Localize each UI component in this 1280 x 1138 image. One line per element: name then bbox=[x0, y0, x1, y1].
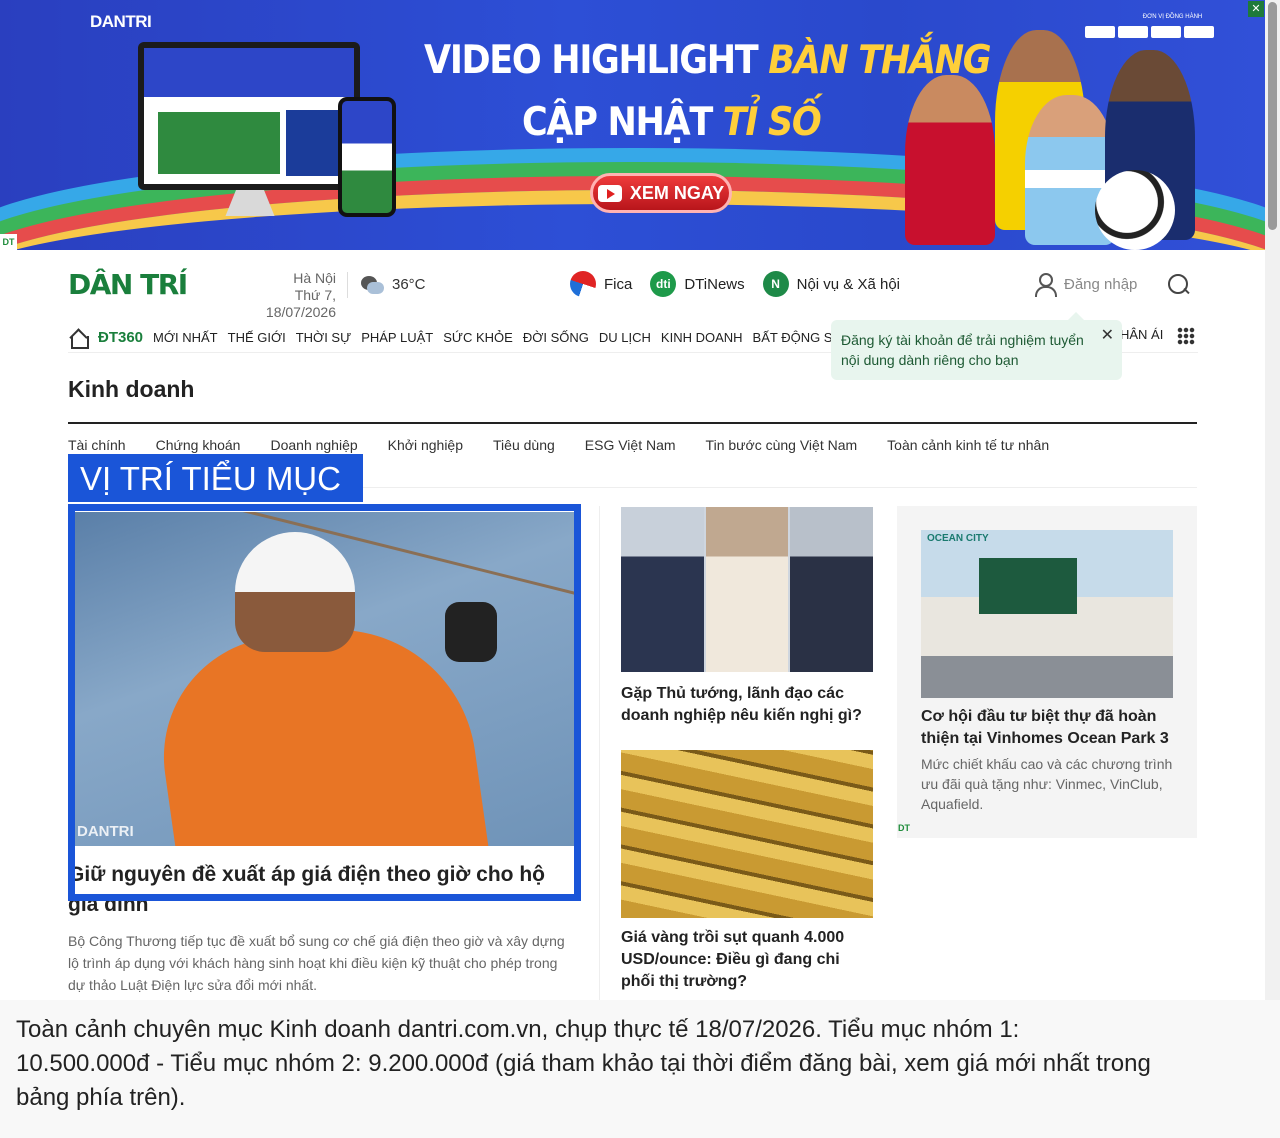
side-article-image[interactable] bbox=[621, 507, 874, 672]
banner-monitor-image bbox=[138, 42, 360, 190]
signup-tooltip: Đăng ký tài khoản để trải nghiệm tuyển n… bbox=[831, 312, 1122, 380]
subnav-item[interactable]: Tiêu dùng bbox=[493, 437, 555, 453]
tooltip-text: Đăng ký tài khoản để trải nghiệm tuyển n… bbox=[841, 332, 1084, 368]
nav-item[interactable]: SỨC KHỎE bbox=[443, 330, 513, 345]
fica-icon bbox=[570, 271, 596, 297]
main-article-description: Bộ Công Thương tiếp tục đề xuất bổ sung … bbox=[68, 933, 565, 993]
xem-ngay-button[interactable]: XEM NGAY bbox=[590, 173, 732, 213]
city: Hà Nội bbox=[293, 270, 336, 286]
caption-bar: Toàn cảnh chuyên mục Kinh doanh dantri.c… bbox=[0, 1000, 1280, 1138]
banner-players-image bbox=[905, 30, 1225, 250]
sponsor-label: ĐƠN VỊ ĐỒNG HÀNH bbox=[1142, 14, 1203, 20]
quicklink-fica[interactable]: Fica bbox=[570, 271, 632, 297]
sponsored-brand: OCEAN CITY bbox=[927, 533, 989, 544]
sponsored-title[interactable]: Cơ hội đầu tư biệt thự đã hoàn thiện tại… bbox=[921, 706, 1183, 750]
subnav-item[interactable]: Khởi nghiệp bbox=[388, 437, 463, 453]
side-article-title[interactable]: Gặp Thủ tướng, lãnh đạo các doanh nghiệp… bbox=[621, 683, 873, 727]
side-article-title[interactable]: Giá vàng trồi sụt quanh 4.000 USD/ounce:… bbox=[621, 927, 873, 993]
nav-item[interactable]: DU LỊCH bbox=[599, 330, 651, 345]
scrollbar[interactable] bbox=[1265, 0, 1280, 1000]
cloud-icon bbox=[360, 272, 384, 296]
search-icon[interactable] bbox=[1168, 274, 1190, 296]
quicklink-label: Fica bbox=[604, 275, 633, 293]
banner-headline-2: CẬP NHẬT TỈ SỐ bbox=[522, 100, 822, 145]
quicklink-label: DTiNews bbox=[684, 275, 745, 293]
top-banner-ad[interactable]: DANTRI VIDEO HIGHLIGHT BÀN THẮNG CẬP NHẬ… bbox=[0, 0, 1265, 250]
sponsored-description: Mức chiết khấu cao và các chương trình ư… bbox=[921, 756, 1173, 812]
menu-grid-icon[interactable] bbox=[1177, 327, 1195, 345]
subnav-item[interactable]: Doanh nghiệp bbox=[270, 437, 357, 453]
nav-item[interactable]: THẾ GIỚI bbox=[228, 330, 286, 345]
position-label-box: VỊ TRÍ TIỂU MỤC bbox=[68, 454, 363, 502]
quicklink-label: Nội vụ & Xã hội bbox=[796, 275, 901, 293]
subnav-item[interactable]: Chứng khoán bbox=[156, 437, 241, 453]
banner-logo: DANTRI bbox=[90, 12, 152, 31]
sponsor-logo bbox=[1085, 26, 1115, 38]
sponsor-logo bbox=[1118, 26, 1148, 38]
location-date: Hà Nội Thứ 7, 18/07/2026 bbox=[222, 270, 336, 321]
close-icon[interactable]: ✕ bbox=[1101, 326, 1114, 346]
side-article-image[interactable] bbox=[621, 750, 873, 918]
ad-badge: DT bbox=[0, 234, 17, 250]
nav-item[interactable]: ĐỜI SỐNG bbox=[523, 330, 589, 345]
nav-item[interactable]: THỜI SỰ bbox=[296, 330, 351, 345]
nav-item[interactable]: HÂN ÁI bbox=[1120, 327, 1163, 342]
divider bbox=[599, 506, 600, 1000]
highlight-frame bbox=[68, 504, 581, 901]
subnav-item[interactable]: Tin bước cùng Việt Nam bbox=[706, 437, 858, 453]
ad-badge: DT bbox=[898, 823, 910, 833]
caption-text: Toàn cảnh chuyên mục Kinh doanh dantri.c… bbox=[16, 1016, 1151, 1111]
banner-sponsors: ĐƠN VỊ ĐỒNG HÀNH bbox=[1085, 14, 1220, 38]
dtinews-icon: dti bbox=[650, 271, 677, 297]
subnav-item[interactable]: ESG Việt Nam bbox=[585, 437, 676, 453]
football-icon bbox=[1095, 170, 1175, 250]
xem-ngay-label: XEM NGAY bbox=[629, 182, 725, 203]
sponsored-image[interactable]: OCEAN CITY bbox=[921, 530, 1173, 698]
temperature: 36°C bbox=[392, 275, 426, 293]
sponsor-logo bbox=[1184, 26, 1214, 38]
banner-phone-image bbox=[338, 97, 396, 217]
date: Thứ 7, 18/07/2026 bbox=[265, 287, 336, 320]
scrollbar-thumb[interactable] bbox=[1268, 2, 1277, 230]
divider bbox=[347, 272, 348, 298]
nav-item[interactable]: PHÁP LUẬT bbox=[361, 330, 433, 345]
close-icon[interactable]: ✕ bbox=[1248, 1, 1264, 17]
youtube-icon bbox=[597, 184, 622, 202]
home-icon[interactable] bbox=[68, 329, 89, 349]
sub-nav: Tài chính Chứng khoán Doanh nghiệp Khởi … bbox=[68, 437, 1049, 453]
nav-item[interactable]: KINH DOANH bbox=[661, 330, 743, 345]
user-icon bbox=[1034, 273, 1057, 297]
noi-vu-icon: N bbox=[762, 271, 789, 297]
site-logo[interactable]: DÂN TRÍ bbox=[68, 268, 188, 301]
sponsor-logo bbox=[1151, 26, 1181, 38]
quick-links: Fica dti DTiNews N Nội vụ & Xã hội bbox=[570, 271, 900, 297]
login-button[interactable]: Đăng nhập bbox=[1034, 273, 1138, 297]
quicklink-dtinews[interactable]: dti DTiNews bbox=[650, 271, 745, 297]
subnav-item[interactable]: Tài chính bbox=[68, 437, 126, 453]
divider bbox=[68, 422, 1197, 424]
quicklink-noi-vu[interactable]: N Nội vụ & Xã hội bbox=[762, 271, 901, 297]
nav-item[interactable]: MỚI NHẤT bbox=[153, 330, 218, 345]
subnav-item[interactable]: Toàn cảnh kinh tế tư nhân bbox=[887, 437, 1049, 453]
login-label: Đăng nhập bbox=[1064, 275, 1138, 293]
weather-widget: 36°C bbox=[360, 272, 426, 296]
category-title[interactable]: Kinh doanh bbox=[68, 376, 194, 403]
nav-item-dt360[interactable]: ĐT360 bbox=[98, 329, 143, 346]
